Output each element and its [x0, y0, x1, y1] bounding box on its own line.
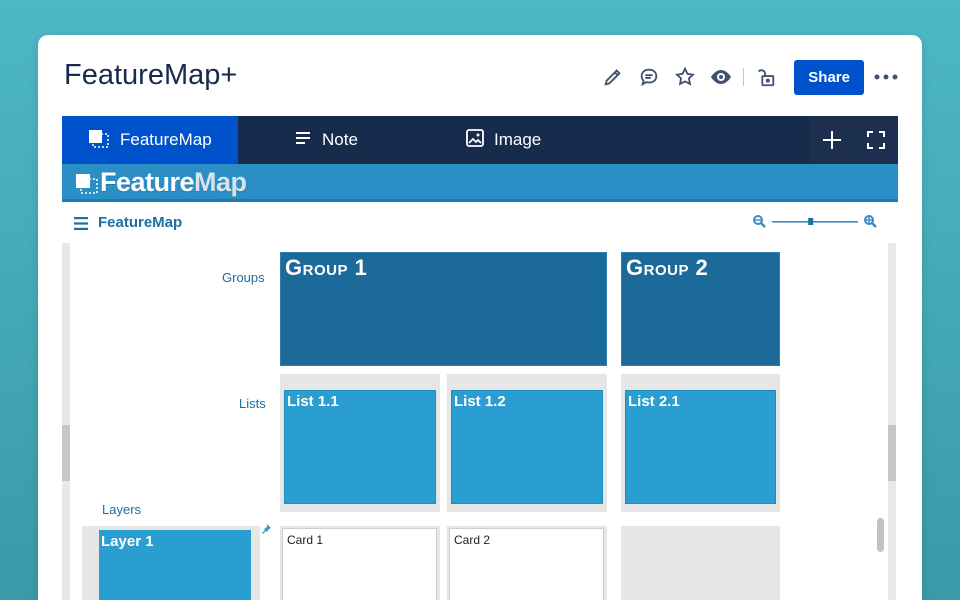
row-label-layers: Layers	[102, 502, 142, 517]
restrictions-unlock-icon[interactable]	[748, 59, 784, 95]
card-title: Card 2	[454, 533, 491, 547]
left-scroll-thumb[interactable]	[62, 425, 70, 481]
tab-bar: FeatureMap Note Image	[62, 116, 898, 164]
note-icon	[296, 130, 312, 150]
list-title: List 1.2	[454, 393, 506, 410]
featuremap-title: FeatureMap	[98, 214, 183, 231]
row-label-lists: Lists	[239, 396, 266, 411]
comment-icon[interactable]	[631, 59, 667, 95]
card-cell: Card 1	[280, 526, 440, 600]
featuremap-icon	[88, 128, 110, 153]
menu-icon[interactable]	[74, 217, 88, 235]
list-card[interactable]: List 1.2	[451, 390, 603, 504]
row-label-groups: Groups	[222, 270, 265, 285]
star-icon[interactable]	[667, 59, 703, 95]
featuremap-macro: FeatureMap Note Image FeatureMap Feature…	[62, 116, 898, 600]
logo-mark-icon	[76, 173, 98, 194]
right-scrollbar[interactable]	[888, 243, 896, 600]
pin-icon[interactable]	[260, 522, 272, 540]
add-icon[interactable]	[810, 116, 854, 164]
zoom-slider[interactable]	[752, 213, 878, 231]
group-card[interactable]: Group 2	[621, 252, 780, 366]
list-card[interactable]: List 2.1	[625, 390, 776, 504]
logo-text-feature: Feature	[100, 167, 195, 197]
layer-cell: Layer 1	[82, 526, 260, 600]
logo-text-map: Map	[194, 167, 247, 197]
featuremap-header: FeatureMap	[62, 205, 898, 243]
zoom-handle[interactable]	[808, 218, 814, 225]
tab-note[interactable]: Note	[296, 116, 358, 164]
group-title: Group 2	[626, 255, 709, 280]
actions-divider	[743, 68, 745, 86]
tab-note-label: Note	[322, 130, 358, 149]
zoom-out-icon[interactable]	[753, 215, 766, 228]
list-title: List 2.1	[628, 393, 680, 410]
group-title: Group 1	[285, 255, 368, 280]
image-icon	[466, 128, 484, 152]
list-title: List 1.1	[287, 393, 339, 410]
list-column: List 1.2	[447, 374, 607, 512]
feature-card[interactable]: Card 1	[282, 528, 437, 600]
layer-title: Layer 1	[101, 533, 154, 550]
inner-scroll-thumb[interactable]	[877, 518, 884, 552]
tab-featuremap[interactable]: FeatureMap	[62, 116, 238, 164]
featuremap-logo: FeatureMap	[74, 167, 247, 198]
feature-card[interactable]: Card 2	[449, 528, 604, 600]
share-button[interactable]: Share	[794, 59, 864, 95]
tab-image-label: Image	[494, 130, 542, 149]
layer-card[interactable]: Layer 1	[99, 530, 251, 600]
more-icon[interactable]	[872, 59, 900, 95]
page-title: FeatureMap+	[64, 59, 238, 91]
group-card[interactable]: Group 1	[280, 252, 607, 366]
watch-icon[interactable]	[703, 59, 739, 95]
featuremap-canvas[interactable]: Groups Lists Layers Group 1 Group 2 List…	[62, 243, 898, 600]
fullscreen-icon[interactable]	[854, 116, 898, 164]
right-scroll-thumb[interactable]	[888, 425, 896, 481]
tab-featuremap-label: FeatureMap	[120, 130, 212, 149]
card-cell: Card 2	[447, 526, 607, 600]
list-column: List 2.1	[621, 374, 780, 512]
list-card[interactable]: List 1.1	[284, 390, 436, 504]
empty-cell[interactable]	[621, 526, 780, 600]
page-actions: Share	[595, 59, 900, 95]
page-card: FeatureMap+ Share FeatureMap Note Image …	[38, 35, 922, 600]
zoom-track	[772, 221, 858, 223]
edit-icon[interactable]	[595, 59, 631, 95]
featuremap-banner: FeatureMap	[62, 164, 898, 202]
tab-tools	[810, 116, 898, 164]
list-column: List 1.1	[280, 374, 440, 512]
card-title: Card 1	[287, 533, 324, 547]
left-scrollbar[interactable]	[62, 243, 70, 600]
zoom-in-icon[interactable]	[864, 215, 877, 228]
tab-image[interactable]: Image	[466, 116, 541, 164]
